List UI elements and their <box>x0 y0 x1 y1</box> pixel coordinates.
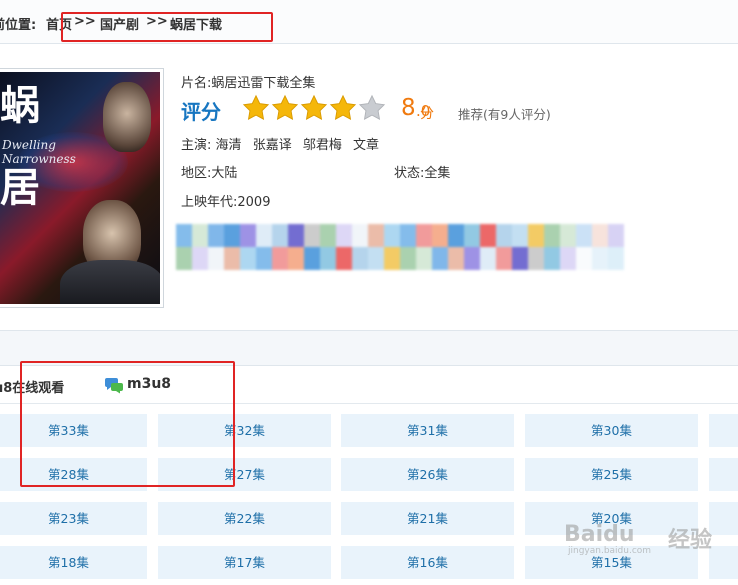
star-filled-icon[interactable] <box>329 94 357 122</box>
breadcrumb-current: 蜗居下载 <box>170 18 223 33</box>
movie-name-row: 片名:蜗居迅雷下载全集 <box>181 72 315 91</box>
watermark-cn: 经验 <box>668 528 713 553</box>
episode-button[interactable]: 第31集 <box>341 414 514 447</box>
movie-name: 蜗居迅雷下载全集 <box>211 76 316 91</box>
star-filled-icon[interactable] <box>242 94 270 122</box>
section-divider <box>0 330 738 366</box>
actor-link[interactable]: 文章 <box>353 138 379 153</box>
status-value: 全集 <box>424 166 451 181</box>
poster-image: 蜗 Dwelling Narrowness 居 <box>0 72 160 304</box>
actor-link[interactable]: 海清 <box>216 138 242 153</box>
poster-title-char: 居 <box>0 164 40 211</box>
region-row: 地区:大陆 <box>181 162 237 181</box>
star-filled-icon[interactable] <box>271 94 299 122</box>
region-value: 大陆 <box>211 166 238 181</box>
episode-button[interactable]: 第21集 <box>341 502 514 535</box>
star-filled-icon[interactable] <box>300 94 328 122</box>
episode-button-partial[interactable] <box>709 414 738 447</box>
rating-label: 评分 <box>181 100 221 124</box>
status-row: 状态:全集 <box>394 162 450 181</box>
section-title: u8在线观看 <box>0 381 65 396</box>
episode-button[interactable]: 第23集 <box>0 502 147 535</box>
year-value: 2009 <box>237 195 271 210</box>
score-integer: 8 <box>401 95 416 121</box>
breadcrumb-prefix: 前位置: <box>0 18 37 33</box>
episode-button[interactable]: 第28集 <box>0 458 147 491</box>
episode-button[interactable]: 第25集 <box>525 458 698 491</box>
redacted-mosaic <box>176 224 628 270</box>
breadcrumb: 前位置: 首页 >> 国产剧 >> 蜗居下载 <box>0 0 738 44</box>
rating-row: 评分 8 .0 分 推荐(有9人评分) <box>181 94 701 126</box>
status-label: 状态: <box>394 166 425 181</box>
episode-button[interactable]: 第16集 <box>341 546 514 579</box>
movie-poster[interactable]: 蜗 Dwelling Narrowness 居 <box>0 68 164 308</box>
cast-label: 主演: <box>181 138 212 153</box>
episode-button[interactable]: 第33集 <box>0 414 147 447</box>
episode-button[interactable]: 第22集 <box>158 502 331 535</box>
poster-english-title: Dwelling <box>2 138 56 152</box>
episode-button-partial[interactable] <box>709 458 738 491</box>
breadcrumb-separator: >> <box>146 14 168 29</box>
watermark-url: jingyan.baidu.com <box>568 546 652 556</box>
play-source-header: u8在线观看 m3u8 <box>0 366 738 404</box>
actor-link[interactable]: 张嘉译 <box>253 138 292 153</box>
play-source-tab-m3u8[interactable]: m3u8 <box>127 376 171 392</box>
episode-button[interactable]: 第18集 <box>0 546 147 579</box>
actor-link[interactable]: 邬君梅 <box>303 138 342 153</box>
breadcrumb-separator: >> <box>74 14 96 29</box>
year-label: 上映年代: <box>181 195 238 210</box>
score-unit: 分 <box>420 106 434 122</box>
episode-button[interactable]: 第30集 <box>525 414 698 447</box>
cast-row: 主演: 海清 张嘉译 邬君梅 文章 <box>181 134 386 153</box>
poster-title-char: 蜗 <box>0 82 40 129</box>
watermark-brand: Baidu <box>564 522 635 547</box>
episode-button[interactable]: 第27集 <box>158 458 331 491</box>
recommend-count: 推荐(有9人评分) <box>458 107 551 122</box>
episode-button[interactable]: 第32集 <box>158 414 331 447</box>
baidu-watermark: Baidu 经验 jingyan.baidu.com <box>560 504 730 556</box>
region-label: 地区: <box>181 166 212 181</box>
episode-button[interactable]: 第26集 <box>341 458 514 491</box>
breadcrumb-home-link[interactable]: 首页 <box>46 14 72 33</box>
chat-bubble-icon <box>105 378 123 394</box>
year-row: 上映年代:2009 <box>181 191 270 210</box>
breadcrumb-category-link[interactable]: 国产剧 <box>100 14 139 33</box>
episode-button[interactable]: 第17集 <box>158 546 331 579</box>
name-label: 片名: <box>181 76 212 91</box>
star-empty-icon[interactable] <box>358 94 386 122</box>
